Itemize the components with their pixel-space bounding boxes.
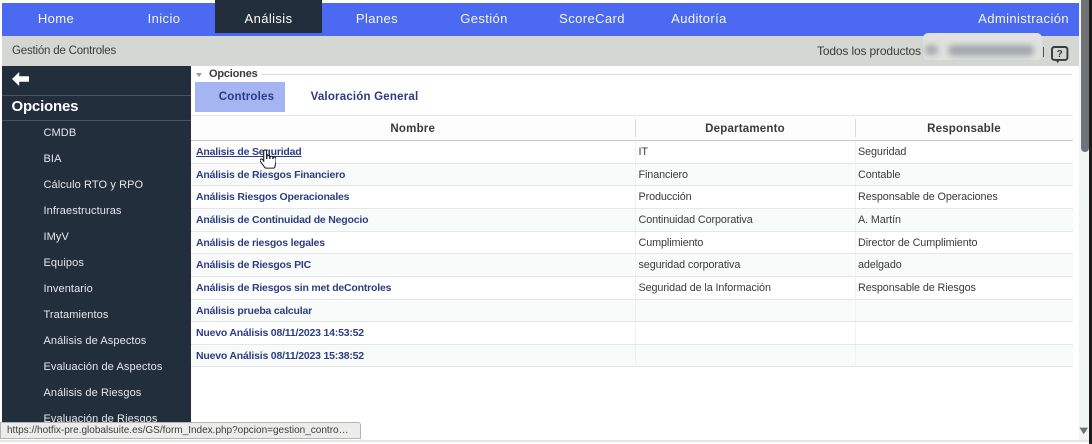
svg-text:?: ? (1057, 49, 1063, 60)
